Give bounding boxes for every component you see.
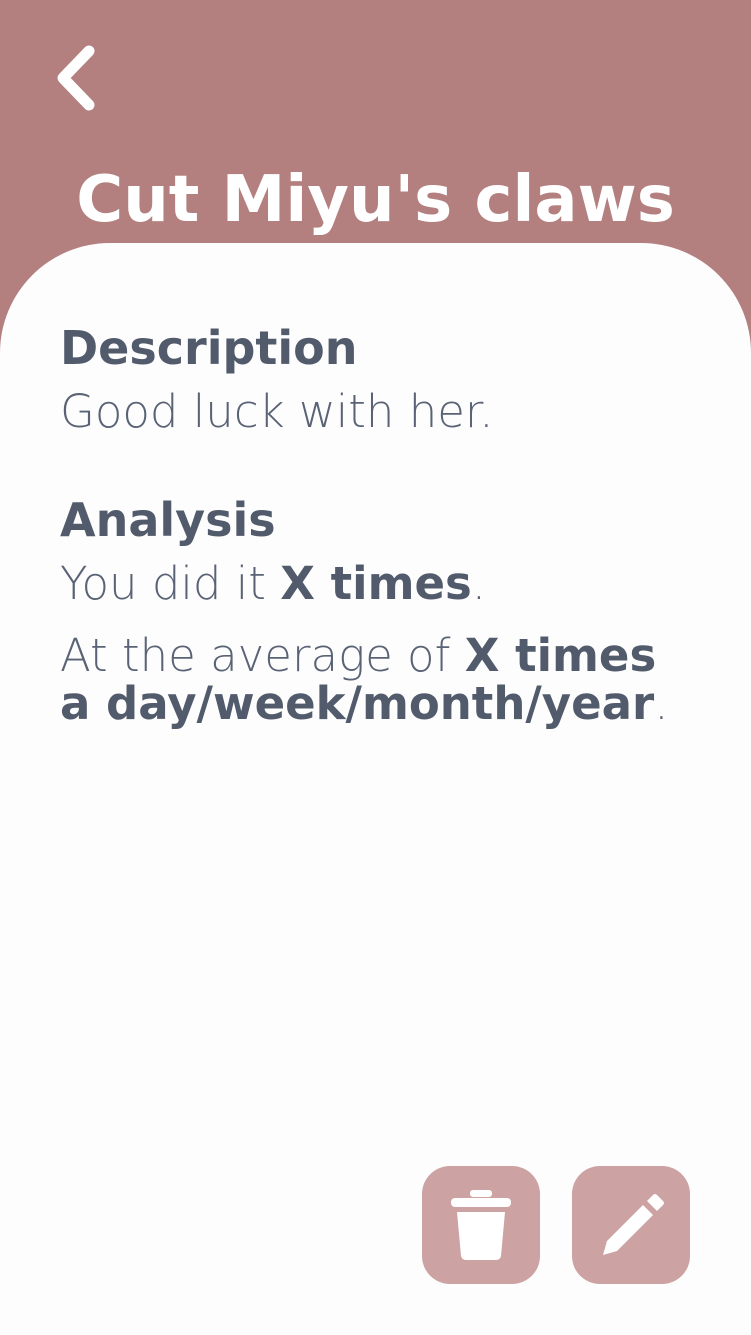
analysis-count-line: You did it X times. [60,560,700,608]
chevron-left-icon [57,45,95,111]
analysis-average-line: At the average of X times a day/week/mon… [60,632,700,728]
description-text: Good luck with her. [60,385,494,438]
delete-button[interactable] [422,1166,540,1284]
analysis-average-suffix: . [654,677,669,730]
analysis-count-prefix: You did it [60,557,281,610]
analysis-count-suffix: . [471,557,487,610]
page-title: Cut Miyu's claws [76,163,675,237]
trash-icon [451,1190,511,1260]
analysis-heading: Analysis [60,493,276,547]
back-button[interactable] [40,38,110,118]
edit-button[interactable] [572,1166,690,1284]
analysis-count-value: X times [280,557,472,610]
analysis-average-prefix: At the average of [60,629,465,682]
pencil-icon [603,1194,664,1255]
description-heading: Description [60,321,358,375]
